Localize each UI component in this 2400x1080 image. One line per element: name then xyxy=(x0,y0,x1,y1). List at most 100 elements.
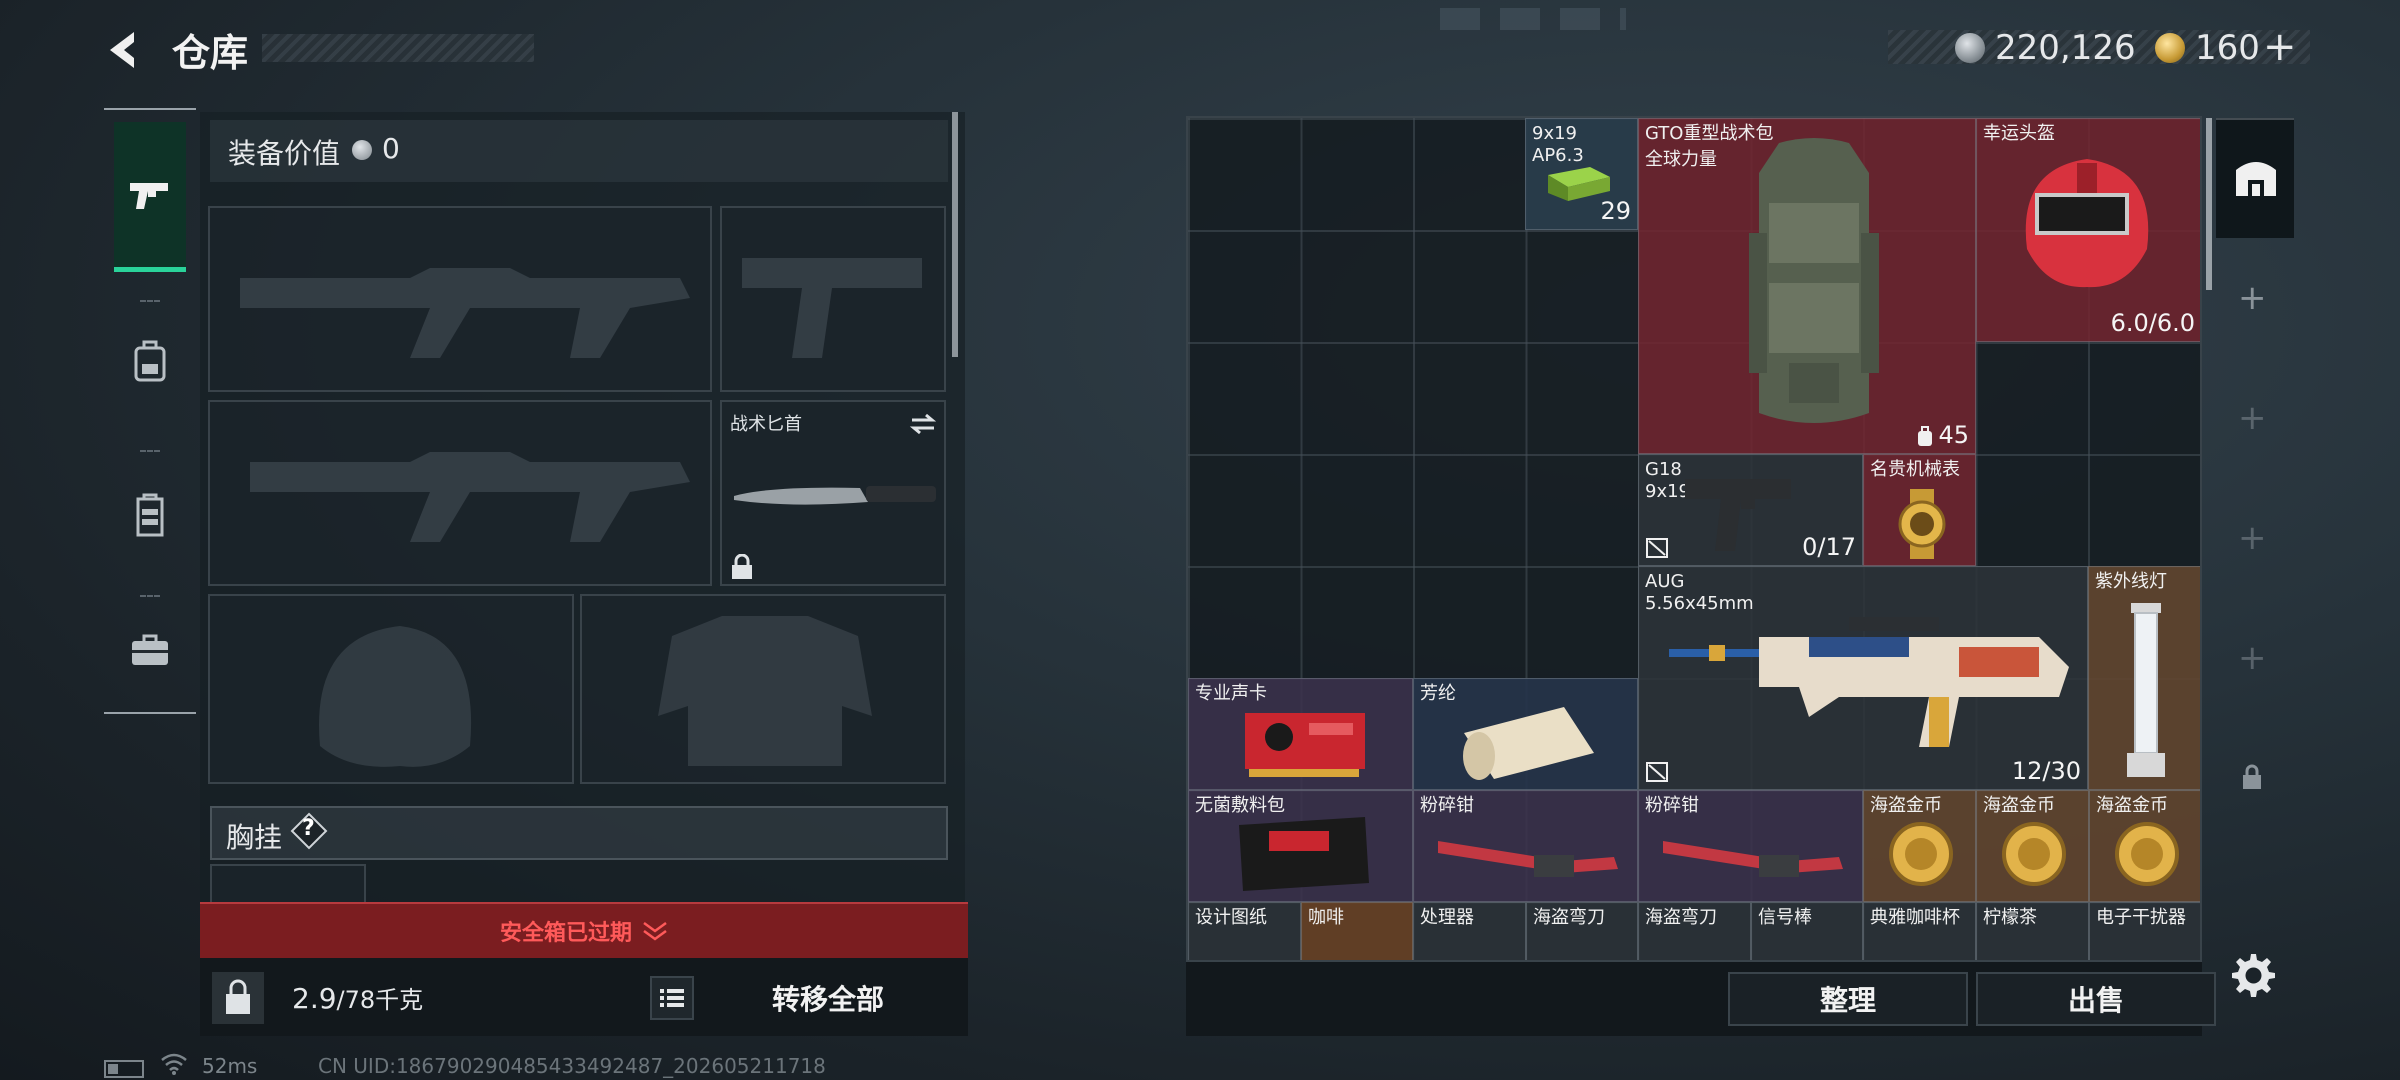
primary-weapon-slot[interactable] xyxy=(208,206,712,392)
uv-lamp-item-icon xyxy=(2127,603,2165,777)
max-weight: /78千克 xyxy=(336,986,424,1014)
stash-item[interactable]: 专业声卡 xyxy=(1188,678,1413,790)
gold-currency-value: 160 xyxy=(2195,28,2260,68)
top-decoration xyxy=(1440,8,1626,30)
stash-item[interactable]: 粉碎钳 xyxy=(1638,790,1863,902)
fabric-roll-item-icon xyxy=(1463,707,1594,780)
stash-item[interactable]: 咖啡 xyxy=(1301,902,1413,960)
knife-icon xyxy=(734,486,936,505)
title-decoration xyxy=(262,34,534,62)
add-stash-tab-button[interactable]: + xyxy=(2238,518,2267,558)
gold-coin-item-icon xyxy=(2115,822,2179,886)
melee-slot[interactable]: 战术匕首 xyxy=(720,400,946,586)
gold-coin-item-icon xyxy=(1889,822,1953,886)
gear-icon[interactable] xyxy=(2226,950,2276,1000)
warehouse-icon xyxy=(2236,162,2276,196)
stash-tab-home[interactable] xyxy=(2216,118,2294,238)
stash-item[interactable]: AUG 5.56x45mm 12/30 xyxy=(1638,566,2088,790)
tab-chest-rig[interactable] xyxy=(114,450,186,580)
page-title: 仓库 xyxy=(172,31,249,75)
add-stash-tab-button[interactable]: + xyxy=(2238,638,2267,678)
lock-icon xyxy=(732,554,752,579)
stash-item[interactable]: 海盗金币 xyxy=(2089,790,2200,902)
backpack-icon xyxy=(134,340,166,382)
stash-item[interactable]: 柠檬茶 xyxy=(1976,902,2089,960)
swap-icon[interactable] xyxy=(908,412,938,436)
stash-item[interactable]: 典雅咖啡杯 xyxy=(1863,902,1976,960)
chest-rig-slot[interactable] xyxy=(210,864,366,904)
equipment-value: 0 xyxy=(382,132,400,165)
stash-item[interactable]: 处理器 xyxy=(1413,902,1526,960)
stash-item[interactable]: 海盗金币 xyxy=(1976,790,2089,902)
sort-button[interactable]: 整理 xyxy=(1728,972,1968,1026)
current-weight: 2.9 xyxy=(292,982,337,1015)
weight-readout: 2.9/78千克 xyxy=(292,980,423,1015)
add-stash-tab-button[interactable]: + xyxy=(2238,278,2267,318)
list-icon xyxy=(660,989,684,1007)
dressing-pack-item-icon xyxy=(1239,817,1369,891)
rifle-silhouette-icon xyxy=(250,452,690,542)
equipment-tab-bar xyxy=(104,108,196,714)
tab-backpack[interactable] xyxy=(114,300,186,420)
helmet-silhouette-icon xyxy=(319,626,472,767)
stash-item[interactable]: 信号棒 xyxy=(1751,902,1863,960)
broken-icon xyxy=(1646,538,1668,558)
tab-weapons[interactable] xyxy=(114,122,186,272)
pistol-item-icon xyxy=(1685,479,1791,551)
chevron-down-icon xyxy=(643,921,667,941)
toolbox-icon xyxy=(132,634,168,665)
armor-slot[interactable] xyxy=(580,594,946,784)
stash-item[interactable]: 海盗金币 xyxy=(1863,790,1976,902)
pistol-icon xyxy=(130,182,168,209)
battery-icon xyxy=(104,1060,144,1078)
tab-toolbox[interactable] xyxy=(114,595,186,705)
rifle-item-icon xyxy=(1669,617,2069,747)
bolt-cutter-item-icon xyxy=(1663,841,1843,877)
stash-item[interactable]: 设计图纸 xyxy=(1188,902,1301,960)
stash-item[interactable]: 电子干扰器 xyxy=(2089,902,2200,960)
stash-item[interactable]: 海盗弯刀 xyxy=(1526,902,1638,960)
list-view-button[interactable] xyxy=(650,976,694,1020)
silver-currency-value: 220,126 xyxy=(1995,28,2136,68)
stash-item[interactable]: G18 9x19mm 0/17 xyxy=(1638,454,1863,566)
stash-grid[interactable]: 9x19 AP6.3 29 GTO重型战术包 全球力量 45 幸运头盔 6.0/… xyxy=(1186,116,2202,962)
rifle-silhouette-icon xyxy=(240,268,690,358)
stash-item[interactable]: 芳纶 xyxy=(1413,678,1638,790)
watch-item-icon xyxy=(1898,489,1946,559)
chest-rig-label: 胸挂 xyxy=(226,821,283,854)
sidearm-slot[interactable] xyxy=(720,206,946,392)
helmet-item-icon xyxy=(2025,159,2149,288)
add-stash-tab-button[interactable]: + xyxy=(2238,398,2267,438)
back-arrow-icon[interactable] xyxy=(100,26,148,74)
sell-button[interactable]: 出售 xyxy=(1976,972,2216,1026)
secondary-weapon-slot[interactable] xyxy=(208,400,712,586)
chest-rig-icon xyxy=(136,493,164,537)
safe-box-expired-banner[interactable]: 安全箱已过期 xyxy=(200,902,968,958)
equipment-scrollbar[interactable] xyxy=(952,112,958,357)
stash-item[interactable]: 无菌敷料包 xyxy=(1188,790,1413,902)
help-icon[interactable]: ? xyxy=(290,812,328,850)
stash-item[interactable]: 紫外线灯 xyxy=(2088,566,2200,790)
helmet-slot[interactable] xyxy=(208,594,574,784)
wifi-icon xyxy=(161,1053,187,1075)
silver-coin-icon xyxy=(1955,33,1985,63)
stash-item[interactable]: 粉碎钳 xyxy=(1413,790,1638,902)
equipment-value-label: 装备价值 xyxy=(228,137,341,170)
stash-item[interactable]: 9x19 AP6.3 29 xyxy=(1525,118,1638,230)
backpack-item-icon xyxy=(1749,138,1879,423)
add-currency-button[interactable]: + xyxy=(2263,24,2297,70)
transfer-all-button[interactable]: 转移全部 xyxy=(760,978,896,1018)
stash-item[interactable]: GTO重型战术包 全球力量 45 xyxy=(1638,118,1976,454)
stash-item[interactable]: 海盗弯刀 xyxy=(1638,902,1751,960)
user-id: CN UID:18679029048543349248​7_2026052117… xyxy=(318,1054,826,1078)
sound-card-item-icon xyxy=(1245,713,1365,777)
knife-label: 战术匕首 xyxy=(730,414,802,435)
locked-tab-icon[interactable] xyxy=(2240,764,2264,790)
ping-readout: 52ms xyxy=(202,1054,258,1078)
stash-item[interactable]: 名贵机械表 xyxy=(1863,454,1976,566)
weight-lock-icon xyxy=(212,972,264,1024)
capacity-icon xyxy=(1918,426,1932,446)
stash-scrollbar[interactable] xyxy=(2206,118,2212,290)
stash-item[interactable]: 幸运头盔 6.0/6.0 xyxy=(1976,118,2200,342)
pistol-silhouette-icon xyxy=(742,258,922,358)
